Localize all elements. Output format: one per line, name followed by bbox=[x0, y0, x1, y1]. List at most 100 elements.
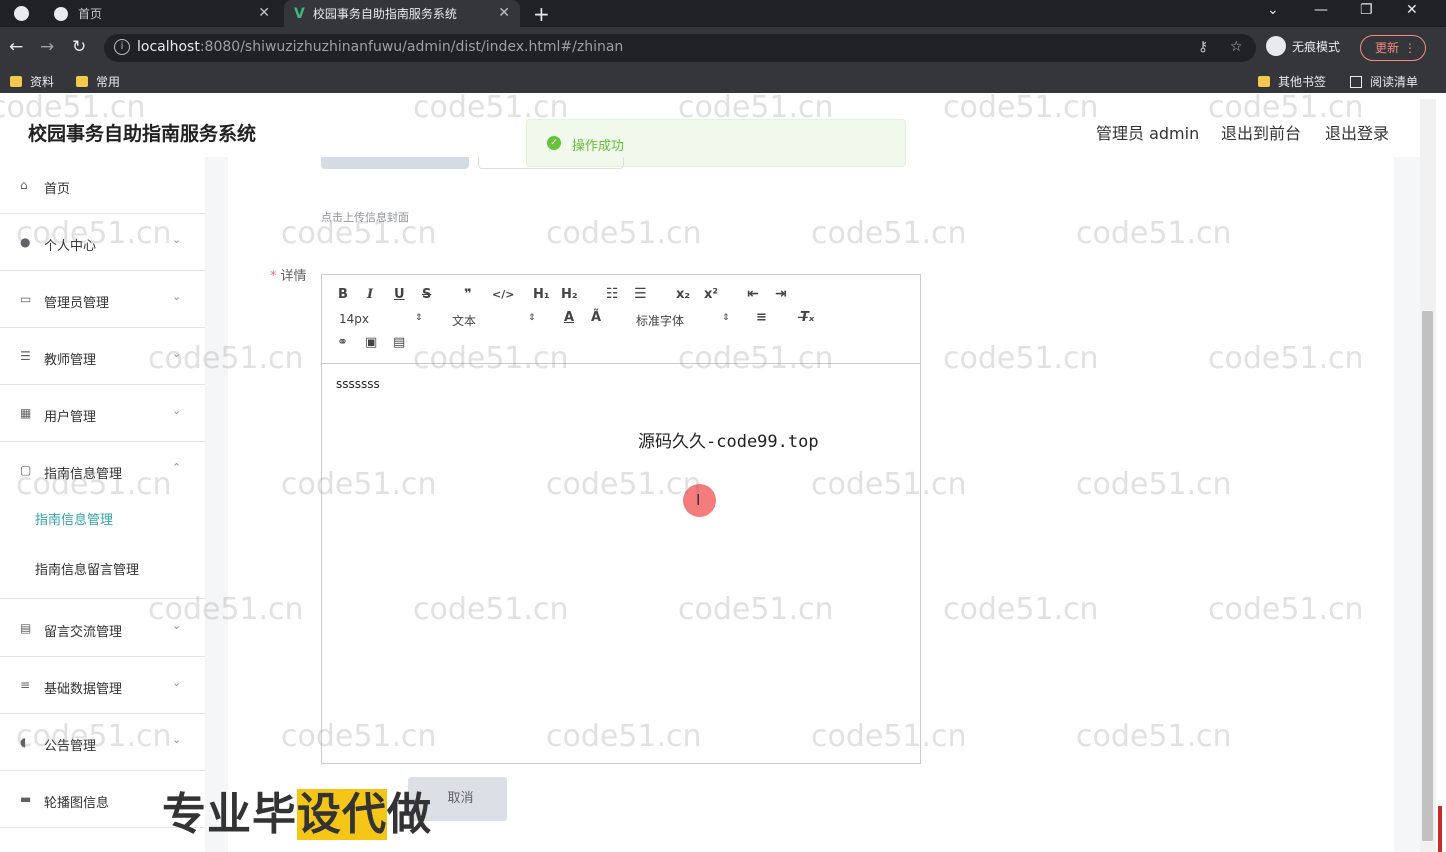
detail-label-text: 详情 bbox=[280, 269, 307, 284]
scrollbar-thumb[interactable] bbox=[1422, 311, 1433, 841]
folder-icon bbox=[76, 76, 88, 87]
close-window-icon[interactable]: ✕ bbox=[1406, 2, 1418, 18]
url-text[interactable]: localhost:8080/shiwuzizhuzhinanfuwu/admi… bbox=[137, 39, 623, 55]
close-icon[interactable]: ✕ bbox=[258, 5, 270, 21]
restore-icon[interactable]: ❐ bbox=[1360, 2, 1373, 18]
bookmark-folder[interactable]: 资料 bbox=[10, 73, 54, 90]
cover-image-preview[interactable] bbox=[321, 157, 469, 169]
heading2-icon[interactable]: H₂ bbox=[561, 287, 578, 302]
subscript-icon[interactable]: x₂ bbox=[676, 287, 690, 302]
font-size-value: 14px bbox=[339, 312, 369, 326]
sidebar-item-basedata[interactable]: ≡ 基础数据管理 ⌄ bbox=[0, 657, 205, 714]
incognito-label: 无痕模式 bbox=[1292, 39, 1341, 54]
sidebar-item-label: 个人中心 bbox=[44, 239, 97, 254]
info-icon[interactable]: i bbox=[114, 39, 130, 55]
link-icon[interactable]: ⚭ bbox=[337, 335, 348, 350]
editor-content[interactable]: sssssss bbox=[336, 377, 380, 391]
sliders-icon: ☰ bbox=[20, 349, 31, 363]
sidebar-item-label: 首页 bbox=[44, 182, 71, 197]
submenu-item-guide-info[interactable]: 指南信息管理 bbox=[0, 493, 205, 543]
user-icon: ● bbox=[20, 235, 31, 249]
font-size-select[interactable]: 14px ⇕ bbox=[339, 312, 423, 328]
sidebar-item-home[interactable]: ⌂ 首页 bbox=[0, 157, 205, 214]
globe-icon bbox=[54, 6, 68, 21]
header-select[interactable]: 文本 ⇕ bbox=[452, 312, 536, 328]
heading1-icon[interactable]: H₁ bbox=[533, 287, 550, 302]
video-icon[interactable]: ▤ bbox=[393, 335, 405, 350]
align-icon[interactable]: ≡ bbox=[756, 310, 767, 325]
chevron-down-icon: ⌄ bbox=[172, 233, 182, 246]
close-icon[interactable]: ✕ bbox=[498, 5, 510, 21]
address-bar[interactable]: i localhost:8080/shiwuzizhuzhinanfuwu/ad… bbox=[104, 34, 1256, 62]
sidebar-item-notices[interactable]: ◖ 公告管理 ⌄ bbox=[0, 714, 205, 771]
incognito-icon bbox=[1266, 36, 1286, 56]
forward-icon[interactable]: → bbox=[40, 37, 54, 57]
reading-list[interactable]: 阅读清单 bbox=[1350, 73, 1418, 90]
new-tab-button[interactable]: + bbox=[533, 2, 550, 26]
rich-text-editor[interactable]: B I U S ❞ </> H₁ H₂ ☷ ☰ x₂ x² ⇤ ⇥ 14px ⇕… bbox=[321, 274, 921, 764]
chevron-down-icon: ⌄ bbox=[172, 733, 182, 746]
vue-logo-icon: V bbox=[294, 5, 305, 22]
code-block-icon[interactable]: </> bbox=[492, 288, 514, 301]
submenu-item-guide-comments[interactable]: 指南信息留言管理 bbox=[0, 543, 205, 593]
page-title: 校园事务自助指南服务系统 bbox=[28, 123, 257, 145]
strike-icon[interactable]: S bbox=[422, 287, 431, 302]
bookmark-folder[interactable]: 其他书签 bbox=[1258, 73, 1326, 90]
key-icon[interactable]: ⚷ bbox=[1198, 39, 1208, 55]
star-icon[interactable]: ☆ bbox=[1230, 39, 1243, 55]
sidebar: ⌂ 首页 ● 个人中心 ⌄ ▭ 管理员管理 ⌄ ☰ 教师管理 ⌄ ▦ 用户管理 … bbox=[0, 157, 205, 852]
toast-message: 操作成功 bbox=[572, 139, 625, 154]
chevron-down-icon: ⌄ bbox=[172, 676, 182, 689]
image-icon[interactable]: ▣ bbox=[365, 335, 377, 350]
bookmark-folder[interactable]: 常用 bbox=[76, 73, 120, 90]
bullet-list-icon[interactable]: ☰ bbox=[634, 286, 647, 302]
sidebar-item-label: 指南信息管理 bbox=[44, 467, 123, 482]
incognito-indicator[interactable]: 无痕模式 bbox=[1266, 36, 1340, 56]
page-scrollbar[interactable] bbox=[1420, 99, 1436, 852]
clipboard-icon: ▤ bbox=[20, 621, 32, 635]
font-family-select[interactable]: 标准字体 ⇕ bbox=[636, 312, 730, 328]
editor-toolbar: B I U S ❞ </> H₁ H₂ ☷ ☰ x₂ x² ⇤ ⇥ 14px ⇕… bbox=[322, 275, 920, 364]
reload-icon[interactable]: ↻ bbox=[72, 37, 86, 57]
folder-icon bbox=[1258, 76, 1270, 87]
monitor-icon: ▬ bbox=[20, 792, 32, 806]
header-select-value: 文本 bbox=[452, 314, 477, 328]
sidebar-item-messages[interactable]: ▤ 留言交流管理 ⌄ bbox=[0, 600, 205, 657]
cover-upload-box[interactable] bbox=[478, 157, 624, 169]
back-icon[interactable]: ← bbox=[9, 37, 23, 57]
mic-icon: ◖ bbox=[20, 735, 27, 749]
sidebar-item-teachers[interactable]: ☰ 教师管理 ⌄ bbox=[0, 328, 205, 385]
to-front-link[interactable]: 退出到前台 bbox=[1221, 120, 1301, 144]
sidebar-item-profile[interactable]: ● 个人中心 ⌄ bbox=[0, 214, 205, 271]
submenu-label: 指南信息管理 bbox=[35, 513, 114, 528]
indent-icon[interactable]: ⇥ bbox=[775, 286, 787, 302]
chevron-up-icon: ⌃ bbox=[172, 461, 182, 474]
sidebar-item-label: 管理员管理 bbox=[44, 296, 110, 311]
browser-tab-home[interactable]: 首页 ✕ bbox=[40, 0, 280, 27]
sidebar-item-label: 轮播图信息 bbox=[44, 796, 110, 811]
clear-format-icon[interactable]: T̶ₓ bbox=[800, 310, 814, 325]
minimize-icon[interactable]: — bbox=[1314, 2, 1328, 18]
ordered-list-icon[interactable]: ☷ bbox=[606, 286, 619, 302]
italic-icon[interactable]: I bbox=[367, 287, 373, 302]
check-circle-icon: ✓ bbox=[547, 136, 561, 150]
sidebar-item-admins[interactable]: ▭ 管理员管理 ⌄ bbox=[0, 271, 205, 328]
select-caret-icon: ⇕ bbox=[722, 313, 730, 323]
text-color-icon[interactable]: A bbox=[564, 310, 574, 325]
sidebar-item-guides[interactable]: ▢ 指南信息管理 ⌃ 指南信息管理 指南信息留言管理 bbox=[0, 442, 205, 599]
update-button[interactable]: 更新 ⋮ bbox=[1360, 35, 1426, 61]
browser-tab-system[interactable]: V 校园事务自助指南服务系统 ✕ bbox=[284, 0, 520, 27]
bold-icon[interactable]: B bbox=[338, 287, 348, 302]
background-color-icon[interactable]: Ã bbox=[591, 310, 601, 325]
blockquote-icon[interactable]: ❞ bbox=[464, 287, 472, 302]
superscript-icon[interactable]: x² bbox=[704, 287, 718, 302]
sidebar-item-users[interactable]: ▦ 用户管理 ⌄ bbox=[0, 385, 205, 442]
chevron-down-icon: ⌄ bbox=[172, 404, 182, 417]
chevron-down-icon: ⌄ bbox=[172, 619, 182, 632]
source-code-watermark: 源码久久-code99.top bbox=[638, 432, 819, 452]
cancel-label: 取消 bbox=[447, 791, 474, 806]
underline-icon[interactable]: U bbox=[394, 287, 405, 302]
tab-search-icon[interactable]: ⌄ bbox=[1267, 2, 1279, 18]
outdent-icon[interactable]: ⇤ bbox=[747, 286, 759, 302]
logout-link[interactable]: 退出登录 bbox=[1325, 120, 1389, 144]
